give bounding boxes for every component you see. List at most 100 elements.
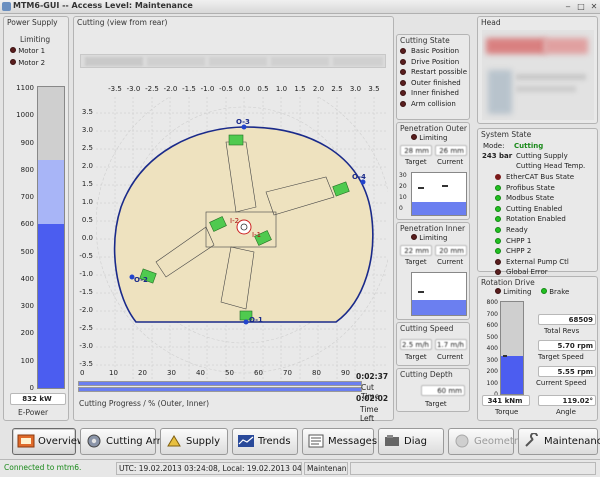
torque-scale-tick: 800 [486,299,498,306]
target-label: Target [405,353,427,361]
supply-label: Supply [186,436,221,447]
torque-label: Torque [495,408,519,416]
overview-label: Overview [38,436,86,447]
x-tick-label: 1.5 [294,85,306,93]
y-tick-label: 2.5 [81,144,93,152]
system-state-item: CHPP 1 [495,236,595,247]
arm-label-o2: O-2 [134,276,148,284]
arm-label-o4: O-4 [352,173,366,181]
y-tick-label: -1.5 [79,288,93,296]
status-dot [400,48,406,54]
penetration-outer-limiting: Limiting [411,134,447,142]
x-tick-label: 2.5 [331,85,343,93]
messages-button[interactable]: Messages [302,428,377,455]
power-scale-tick: 900 [20,138,34,147]
head-title: Head [481,18,501,27]
power-scale-tick: 300 [20,302,34,311]
cutting-state-list: Basic Position Drive Position Restart poss… [400,46,470,110]
power-scale-tick: 100 [20,356,34,365]
progress-tick-label: 80 [312,369,321,377]
system-state-label: Profibus State [506,183,555,192]
overview-button[interactable]: Overview [12,428,85,455]
y-tick-label: -2.0 [79,306,93,314]
cutting-arms-button[interactable]: Cutting Arms [80,428,172,455]
status-dot [495,269,501,276]
motor-2-label: Motor 2 [18,59,46,67]
torque-scale-tick: 500 [486,333,498,341]
penetration-outer-chart [411,172,467,216]
x-tick-label: -1.5 [182,85,196,93]
x-tick-label: 0.0 [238,85,251,93]
cutting-depth-panel: Cutting Depth 60 mm Target [396,368,470,412]
cutting-speed-title: Cutting Speed [400,324,454,333]
close-icon[interactable]: ✕ [589,2,599,12]
power-supply-title: Power Supply [7,18,58,27]
cutting-speed-target: 2.5 m/h [400,339,432,350]
y-tick-label: 3.0 [81,126,93,134]
system-state-item: Cutting Enabled [495,204,595,215]
status-bar: Connected to mtm6. UTC: 19.02.2013 03:24… [0,459,600,477]
status-dot [400,100,406,107]
system-state-item: Profibus State [495,183,595,194]
cutting-speed-current: 1.7 m/h [435,339,467,350]
y-tick-label: 0.5 [81,216,93,224]
geometry-button[interactable]: Geometry [448,428,524,455]
arm-label-o3: O-3 [236,118,250,126]
torque-scale-tick: 600 [486,322,498,329]
target-label: Target [405,258,427,266]
power-bar [37,86,65,389]
system-state-item: Rotation Enabled [495,214,595,225]
system-state-item: Modbus State [495,193,595,204]
cutting-state-item: Arm collision [400,99,470,110]
head-panel: Head [477,16,598,124]
x-tick-label: 3.5 [368,85,380,93]
progress-tick-label: 50 [225,369,234,377]
time-left-label: Time Left [360,405,379,423]
progress-tick-label: 30 [167,369,176,377]
arm-label-i2: I-2 [230,217,239,225]
maintenance-button[interactable]: Maintenance [518,428,600,455]
scale-tick: 30 [399,172,407,179]
diag-label: Diag [404,436,427,447]
maximize-icon[interactable]: □ [576,2,586,12]
power-scale: 1100 1000 900 800 700 600 500 400 300 200 100 0 [6,84,34,394]
penetration-inner-chart [411,272,467,316]
status-dot [10,47,16,53]
power-bar-fill [38,160,64,388]
system-state-item: Ready [495,225,595,236]
torque-scale: 8007006005004003002001000 [479,299,499,399]
status-dot [495,258,501,265]
progress-tick-label: 0 [80,369,85,377]
minimize-icon[interactable]: ‒ [563,2,573,12]
y-tick-label: 0.0 [81,234,93,242]
trends-button[interactable]: Trends [232,428,298,455]
target-label: Target [425,400,447,408]
penetration-outer-panel: Penetration Outer Limiting 28 mm 26 mm T… [396,122,470,220]
current-label: Current [437,258,464,266]
messages-icon [307,433,325,449]
system-state-item: EtherCAT Bus State [495,172,595,183]
system-state-label: CHPP 2 [506,247,532,256]
limiting-label: Limiting [503,288,532,296]
maintenance-label: Maintenance [544,436,600,447]
motor-1-indicator: Motor 1 [10,47,45,55]
y-axis-ticks: 3.5 3.0 2.5 2.0 1.5 1.0 0.5 0.0 -0.5 -1.0 -1.5 -2.0… [74,17,94,422]
status-dot [400,69,406,76]
status-dot [411,134,417,140]
cutting-state-item: Outer finished [400,78,470,89]
time-left-value: 0:02:02 [356,394,389,403]
penetration-inner-panel: Penetration Inner Limiting 22 mm 20 mm T… [396,222,470,320]
progress-tick-label: 40 [196,369,205,377]
progress-bar-outer [78,381,362,386]
supply-button[interactable]: Supply [160,428,228,455]
angle-value: 119.02° [538,395,596,406]
power-scale-tick: 600 [20,220,34,229]
progress-ticks: 0 10 20 30 40 50 60 70 80 90 [80,369,360,379]
cutting-state-label: Outer finished [411,78,461,87]
cutting-depth-target: 60 mm [421,385,465,396]
cutting-depth-title: Cutting Depth [400,370,453,379]
x-tick-label: -2.0 [163,85,178,93]
brake-label: Brake [549,288,570,296]
diag-icon [383,433,401,449]
diag-button[interactable]: Diag [378,428,444,455]
